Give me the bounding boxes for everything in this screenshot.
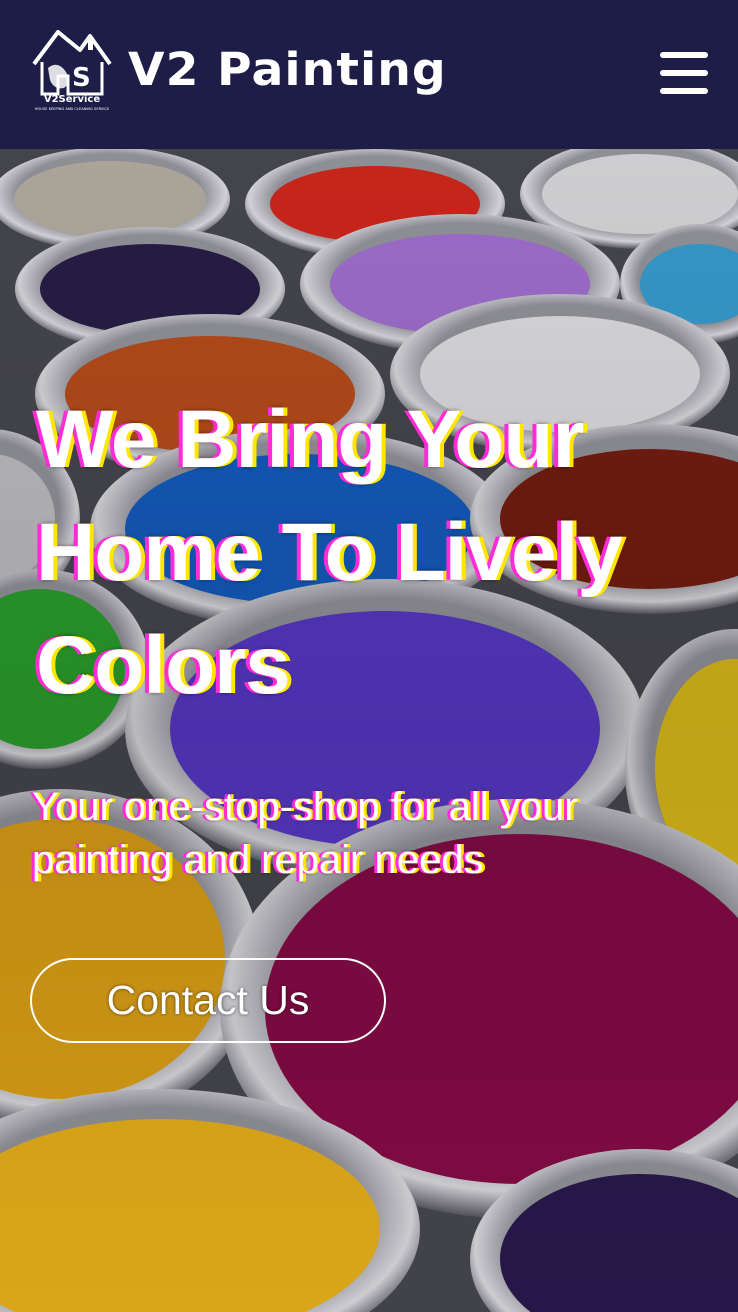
hamburger-menu-icon[interactable] [660,52,708,94]
hero-section: We Bring Your Home To Lively Colors Your… [0,149,738,1312]
svg-text:S: S [72,63,91,93]
brand-name[interactable]: V2 Painting [128,42,447,98]
contact-us-button[interactable]: Contact Us [30,958,386,1043]
house-logo-icon: S V2Service HOUSE KEEPING AND CLEANING S… [32,30,112,111]
svg-text:V2Service: V2Service [44,94,100,105]
top-navbar: S V2Service HOUSE KEEPING AND CLEANING S… [0,0,738,149]
hero-subheadline: Your one-stop-shop for all your painting… [32,785,578,882]
hero-overlay [0,149,738,1312]
hero-headline: We Bring Your Home To Lively Colors [36,394,623,711]
svg-text:HOUSE KEEPING AND CLEANING SER: HOUSE KEEPING AND CLEANING SERVICE [35,107,110,111]
v2service-logo[interactable]: S V2Service HOUSE KEEPING AND CLEANING S… [28,24,116,112]
